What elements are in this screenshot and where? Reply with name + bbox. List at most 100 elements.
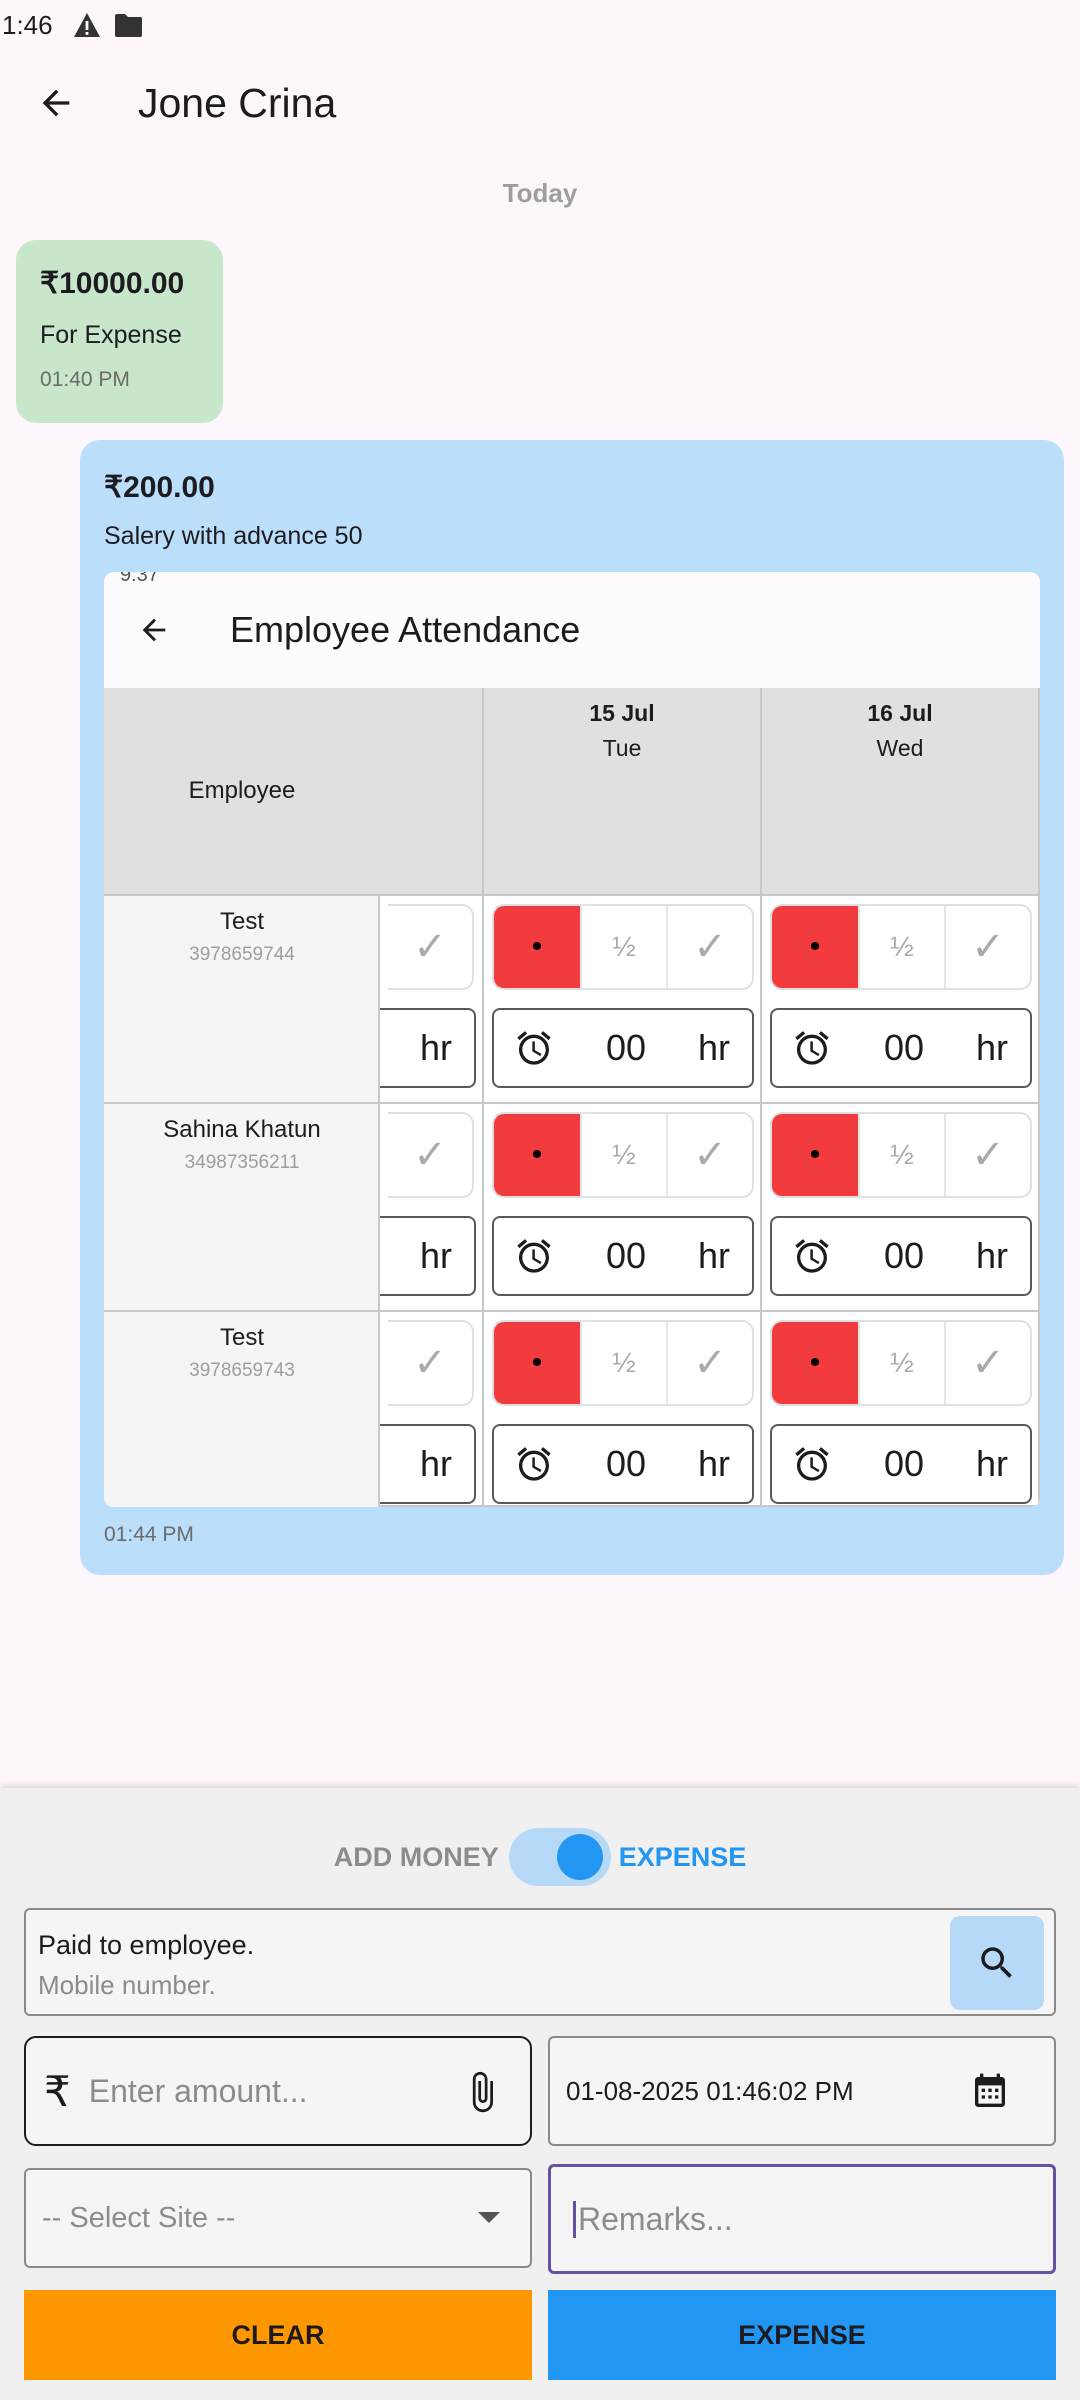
- site-select[interactable]: -- Select Site --: [24, 2168, 532, 2268]
- half-day-option[interactable]: ½: [580, 1114, 666, 1196]
- outgoing-transaction-bubble[interactable]: ₹200.00 Salery with advance 50 9:37 Empl…: [80, 440, 1064, 1575]
- half-day-option[interactable]: ½: [858, 906, 944, 988]
- search-icon: [981, 1947, 1012, 1978]
- half-day-option[interactable]: ½: [858, 1114, 944, 1196]
- attendance-toggle: • ½ ✓: [770, 904, 1032, 990]
- present-option[interactable]: ✓: [388, 1114, 472, 1196]
- incoming-transaction-bubble[interactable]: ₹10000.00 For Expense 01:40 PM: [16, 240, 223, 423]
- hours-field[interactable]: 00 hr: [492, 1008, 754, 1088]
- attendance-toggle: • ½ ✓: [492, 1320, 754, 1406]
- present-option[interactable]: ✓: [666, 1322, 752, 1404]
- employee-phone: 3978659744: [189, 944, 295, 965]
- add-money-label[interactable]: ADD MONEY: [334, 1842, 499, 1873]
- attendance-toggle: • ½ ✓: [770, 1320, 1032, 1406]
- employee-phone: 34987356211: [184, 1152, 300, 1173]
- clear-button[interactable]: CLEAR: [24, 2290, 532, 2380]
- attendance-grid: Employee Test 3978659744 Sahina Khatun 3…: [104, 688, 1040, 1507]
- calendar-icon[interactable]: [970, 2070, 1010, 2119]
- search-button[interactable]: [950, 1916, 1044, 2010]
- absent-option[interactable]: •: [494, 906, 580, 988]
- arrow-back-icon: [126, 602, 182, 658]
- attachment-app-bar: Employee Attendance: [104, 572, 1040, 688]
- attendance-cell: • ½ ✓ 00 hr: [762, 1312, 1040, 1507]
- page-title: Jone Crina: [138, 79, 337, 126]
- expense-button[interactable]: EXPENSE: [548, 2290, 1056, 2380]
- status-bar: 1:46: [0, 0, 1080, 50]
- transaction-form: ADD MONEY EXPENSE Paid to employee. Mobi…: [0, 1788, 1080, 2400]
- paperclip-icon[interactable]: [460, 2068, 504, 2121]
- present-option[interactable]: ✓: [944, 906, 1030, 988]
- hours-value: 00: [883, 1235, 925, 1276]
- alarm-clock-icon: [517, 1239, 551, 1273]
- absent-option[interactable]: •: [772, 906, 858, 988]
- date-separator: Today: [502, 178, 578, 208]
- attendance-toggle: • ½ ✓: [770, 1112, 1032, 1198]
- hours-field[interactable]: 00 hr: [770, 1216, 1032, 1296]
- attendance-cell-partial: ✓ hr: [380, 896, 484, 1104]
- hours-field[interactable]: 00 hr: [770, 1008, 1032, 1088]
- transaction-amount: ₹200.00: [104, 471, 215, 504]
- hours-value: 00: [605, 1027, 647, 1068]
- header-date: 15 Jul: [589, 700, 655, 726]
- amount-field[interactable]: ₹: [24, 2036, 532, 2146]
- half-day-option[interactable]: ½: [580, 906, 666, 988]
- amount-input[interactable]: [88, 2072, 429, 2110]
- date-header: 15 Jul Tue: [484, 688, 762, 896]
- absent-option[interactable]: •: [772, 1114, 858, 1196]
- hours-value: 00: [883, 1027, 925, 1068]
- dropdown-arrow-icon: [478, 2212, 500, 2223]
- employee-name: Test: [219, 1324, 264, 1351]
- date-header-partial: [380, 688, 484, 896]
- absent-option[interactable]: •: [494, 1114, 580, 1196]
- attachment-screenshot[interactable]: 9:37 Employee Attendance Employee Test 3…: [104, 572, 1040, 1507]
- employee-column: Employee Test 3978659744 Sahina Khatun 3…: [104, 688, 380, 1507]
- hours-unit: hr: [975, 1027, 1008, 1068]
- header-date: 16 Jul: [867, 700, 933, 726]
- employee-name: Test: [219, 908, 264, 935]
- back-button[interactable]: [18, 65, 94, 141]
- employee-search-value: Paid to employee.: [38, 1930, 255, 1960]
- attendance-toggle: • ½ ✓: [492, 904, 754, 990]
- attendance-cell-partial: ✓ hr: [380, 1312, 484, 1507]
- datetime-value: 01-08-2025 01:46:02 PM: [566, 2075, 854, 2106]
- hours-unit: hr: [697, 1443, 730, 1484]
- type-switch[interactable]: [508, 1828, 611, 1886]
- transaction-time: 01:44 PM: [104, 1523, 194, 1546]
- half-day-option[interactable]: ½: [858, 1322, 944, 1404]
- expense-label[interactable]: EXPENSE: [619, 1842, 747, 1873]
- hours-field[interactable]: 00 hr: [770, 1424, 1032, 1504]
- attendance-cell: • ½ ✓ 00 hr: [484, 896, 762, 1104]
- attendance-cell: • ½ ✓ 00 hr: [484, 1104, 762, 1312]
- employee-search-placeholder: Mobile number.: [38, 1970, 216, 2000]
- datetime-field[interactable]: 01-08-2025 01:46:02 PM: [548, 2036, 1056, 2146]
- attendance-toggle: • ½ ✓: [492, 1112, 754, 1198]
- warning-icon: [73, 12, 101, 38]
- attendance-cell: • ½ ✓ 00 hr: [762, 896, 1040, 1104]
- transaction-note: For Expense: [40, 321, 182, 349]
- present-option[interactable]: ✓: [944, 1322, 1030, 1404]
- employee-search-field[interactable]: Paid to employee. Mobile number.: [24, 1908, 1056, 2016]
- present-option[interactable]: ✓: [388, 1322, 472, 1404]
- half-day-option[interactable]: ½: [580, 1322, 666, 1404]
- transaction-time: 01:40 PM: [40, 368, 130, 391]
- alarm-clock-icon: [795, 1031, 829, 1065]
- present-option[interactable]: ✓: [944, 1114, 1030, 1196]
- hours-field[interactable]: 00 hr: [492, 1216, 754, 1296]
- arrow-back-icon: [42, 89, 70, 117]
- app-bar: Jone Crina: [0, 50, 1080, 156]
- hours-unit: hr: [419, 1027, 452, 1068]
- site-select-value: -- Select Site --: [42, 2201, 236, 2234]
- remarks-field[interactable]: [548, 2164, 1056, 2274]
- absent-option[interactable]: •: [494, 1322, 580, 1404]
- remarks-input[interactable]: [573, 2200, 1033, 2238]
- present-option[interactable]: ✓: [666, 906, 752, 988]
- hours-unit: hr: [975, 1235, 1008, 1276]
- type-toggle-row: ADD MONEY EXPENSE: [0, 1828, 1080, 1886]
- switch-knob: [556, 1834, 603, 1880]
- present-option[interactable]: ✓: [666, 1114, 752, 1196]
- present-option[interactable]: ✓: [388, 906, 472, 988]
- hours-field[interactable]: 00 hr: [492, 1424, 754, 1504]
- absent-option[interactable]: •: [772, 1322, 858, 1404]
- attendance-cell: • ½ ✓ 00 hr: [762, 1104, 1040, 1312]
- sd-card-icon: [113, 12, 143, 38]
